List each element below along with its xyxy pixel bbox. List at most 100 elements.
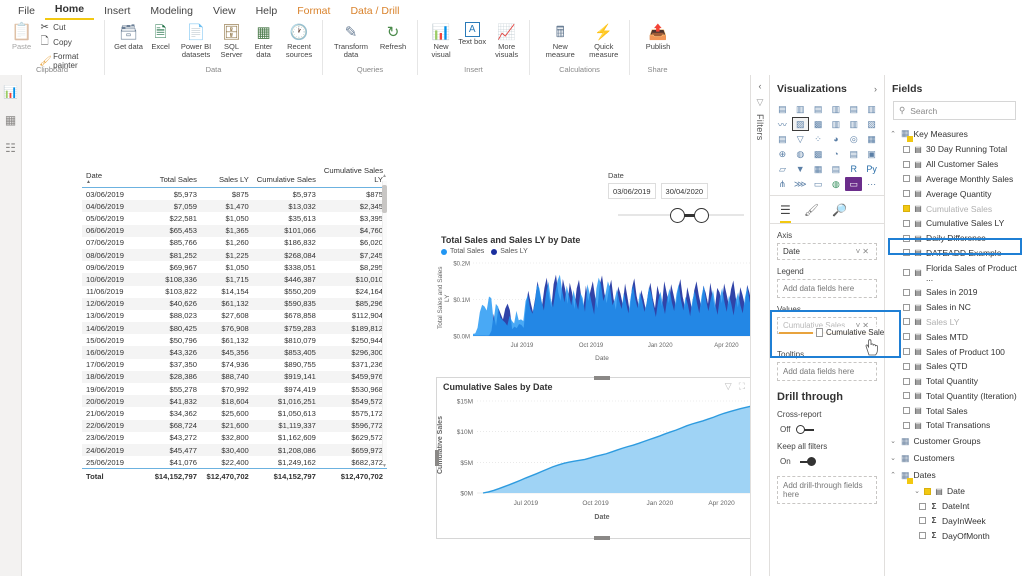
viz-type-kpi[interactable]: ▱ (774, 162, 791, 176)
viz-type-clustered-bar-chart[interactable]: ▤ (810, 102, 827, 116)
resize-handle-left[interactable] (435, 450, 439, 466)
viz-type-paginated-report[interactable]: ▭ (845, 177, 863, 191)
field-item-total-quantity[interactable]: ▤ Total Quantity (885, 374, 1024, 389)
cut-button[interactable]: ✂ Cut (39, 22, 99, 33)
table-row[interactable]: 17/06/2019 $37,350 $74,936 $890,755 $371,236 (82, 359, 387, 371)
ribbon-tab-modeling[interactable]: Modeling (140, 3, 203, 20)
col-header-cumulative-sales-ly[interactable]: Cumulative Sales LY (319, 164, 387, 188)
table-row[interactable]: 21/06/2019 $34,362 $25,600 $1,050,613 $575,1… (82, 407, 387, 419)
field-item-date[interactable]: ⌄ ▤ Date (885, 484, 1024, 499)
viz-type-waterfall-chart[interactable]: ▤ (774, 132, 791, 146)
viz-type-stacked-area-chart[interactable]: ▩ (810, 117, 827, 131)
slider-handle-left[interactable] (670, 208, 685, 223)
chevron-up-icon[interactable]: ⌃ (889, 471, 897, 479)
field-item-average-monthly-sales[interactable]: ▤ Average Monthly Sales (885, 172, 1024, 187)
data-view-icon[interactable]: ▦ (4, 113, 18, 127)
table-row[interactable]: 09/06/2019 $69,967 $1,050 $338,051 $8,295 (82, 261, 387, 273)
viz-type-map[interactable]: ⊕ (774, 147, 791, 161)
fields-tab-icon[interactable]: ☰ (780, 203, 791, 223)
chevron-down-icon[interactable]: ⌄ (889, 437, 897, 445)
field-item-daily-difference[interactable]: ▤ Daily Difference (885, 231, 1024, 246)
legend-item-sales-ly[interactable]: Sales LY (491, 248, 528, 255)
field-item-sales-mtd[interactable]: ▤ Sales MTD (885, 329, 1024, 344)
ribbon-tab-data-drill[interactable]: Data / Drill (340, 3, 409, 20)
col-header-sales-ly[interactable]: Sales LY (200, 164, 253, 188)
recent-sources-button[interactable]: 🕐 Recent sources (281, 22, 317, 59)
report-canvas[interactable]: Date ▲ Total Sales Sales LY Cumulative S… (22, 75, 769, 576)
filter-icon[interactable]: ▽ (725, 381, 732, 392)
viz-type-100-stacked-bar-chart[interactable]: ▤ (845, 102, 862, 116)
table-scrollbar[interactable]: ▲ ▼ (381, 173, 388, 469)
field-item-cumulative-sales[interactable]: ▤ Cumulative Sales (885, 201, 1024, 216)
table-row[interactable]: 19/06/2019 $55,278 $70,992 $974,419 $530,968 (82, 383, 387, 395)
chevron-down-icon[interactable]: ⌄ (913, 487, 921, 495)
get-data-button[interactable]: 🗃 Get data (114, 22, 143, 51)
field-checkbox[interactable] (919, 517, 926, 525)
viz-type-pie-chart[interactable]: ◕ (828, 132, 845, 146)
keep-all-filters-toggle-row[interactable]: On (770, 454, 884, 472)
excel-button[interactable]: 🗎 Excel (146, 22, 175, 51)
field-item-cumulative-sales-ly[interactable]: ▤ Cumulative Sales LY (885, 216, 1024, 231)
enter-data-button[interactable]: ▦ Enter data (249, 22, 278, 59)
resize-handle-bottom[interactable] (594, 536, 610, 540)
field-checkbox[interactable] (903, 145, 910, 153)
table-row[interactable]: 11/06/2019 $103,822 $14,154 $550,209 $24,164 (82, 286, 387, 298)
fields-search[interactable]: ⚲ Search (893, 101, 1016, 120)
viz-type-r-script-visual[interactable]: R (845, 162, 862, 176)
report-view-icon[interactable]: 📊 (3, 85, 18, 99)
field-checkbox[interactable] (903, 421, 910, 429)
table-row[interactable]: 08/06/2019 $81,252 $1,225 $268,084 $7,245 (82, 248, 387, 262)
text-box-button[interactable]: A Text box (458, 22, 486, 46)
viz-type-filled-map[interactable]: ◍ (792, 147, 809, 161)
legend-well-dropzone[interactable]: Add data fields here (777, 279, 877, 298)
field-item-30-day-running-total[interactable]: ▤ 30 Day Running Total (885, 142, 1024, 157)
slicer-start-date[interactable]: 03/06/2019 (608, 183, 656, 199)
new-measure-button[interactable]: 🖩 New measure (540, 22, 581, 59)
ribbon-tab-insert[interactable]: Insert (94, 3, 140, 20)
field-checkbox[interactable] (903, 288, 910, 296)
field-checkbox[interactable] (903, 377, 910, 385)
ribbon-tab-format[interactable]: Format (287, 3, 340, 20)
field-checkbox[interactable] (903, 269, 910, 277)
table-row[interactable]: 16/06/2019 $43,326 $45,356 $853,405 $296,300 (82, 346, 387, 359)
field-checkbox[interactable] (903, 249, 910, 257)
col-header-total-sales[interactable]: Total Sales (143, 164, 201, 188)
field-group-key-measures[interactable]: ⌃ ▦ Key Measures (885, 125, 1024, 142)
report-page[interactable]: Date ▲ Total Sales Sales LY Cumulative S… (22, 75, 769, 540)
field-checkbox[interactable] (919, 502, 926, 510)
field-checkbox[interactable] (903, 407, 910, 415)
field-checkbox[interactable] (924, 487, 931, 495)
field-item-sales-in-2019[interactable]: ▤ Sales in 2019 (885, 285, 1024, 300)
viz-type-stacked-bar-chart[interactable]: ▤ (774, 102, 791, 116)
more-visuals-button[interactable]: 📈 More visuals (489, 22, 524, 59)
field-group-customer-groups[interactable]: ⌄ ▦ Customer Groups (885, 433, 1024, 450)
field-item-sales-qtd[interactable]: ▤ Sales QTD (885, 359, 1024, 374)
viz-type-card[interactable]: ▣ (863, 147, 880, 161)
viz-type-donut-chart[interactable]: ◎ (845, 132, 862, 146)
viz-type-q-and-a[interactable]: ▭ (810, 177, 827, 191)
table-row[interactable]: 12/06/2019 $40,626 $61,132 $590,835 $85,296 (82, 297, 387, 310)
viz-type-more-visuals[interactable]: ⋯ (863, 177, 880, 191)
axis-field-chip-date[interactable]: Date ˅✕ (777, 243, 877, 260)
viz-type-clustered-column-chart[interactable]: ▥ (828, 102, 845, 116)
copy-button[interactable]: 🗋 Copy (39, 34, 99, 51)
viz-type-gauge[interactable]: ◔ (828, 147, 845, 161)
field-item-sales-ly[interactable]: ▤ Sales LY (885, 315, 1024, 330)
field-checkbox[interactable] (903, 333, 910, 341)
viz-type-python-visual[interactable]: Py (863, 162, 880, 176)
field-checkbox[interactable] (903, 362, 910, 370)
total-sales-sales-ly-visual[interactable]: Total Sales and Sales LY by Date Total S… (437, 233, 767, 368)
legend-item-total-sales[interactable]: Total Sales (441, 248, 484, 255)
field-checkbox[interactable] (903, 318, 910, 326)
tooltips-well-dropzone[interactable]: Add data fields here (777, 362, 877, 381)
viz-type-decomposition-tree[interactable]: ⋔ (774, 177, 791, 191)
scrollbar-thumb[interactable] (382, 185, 387, 213)
field-checkbox[interactable] (903, 392, 910, 400)
table-row[interactable]: 15/06/2019 $50,796 $61,132 $810,079 $250,944 (82, 334, 387, 346)
keep-all-filters-toggle[interactable] (796, 457, 816, 466)
paste-button[interactable]: 📋 Paste (8, 22, 35, 51)
table-row[interactable]: 07/06/2019 $85,766 $1,260 $186,832 $6,020 (82, 237, 387, 249)
field-item-dayinweek[interactable]: Σ DayInWeek (885, 513, 1024, 528)
collapse-chevron-icon[interactable]: › (874, 84, 877, 94)
table-row[interactable]: 22/06/2019 $68,724 $21,600 $1,119,337 $596,7… (82, 419, 387, 432)
